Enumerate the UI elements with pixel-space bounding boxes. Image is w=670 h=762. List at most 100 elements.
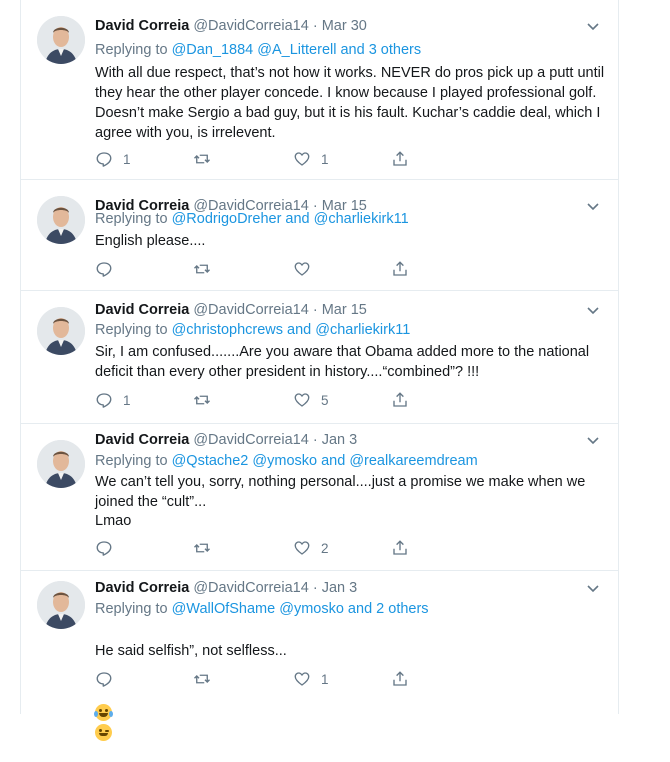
reply-button[interactable]: 1 xyxy=(95,149,131,169)
replying-to: Replying to @RodrigoDreher and @charliek… xyxy=(95,209,409,229)
reply-button[interactable] xyxy=(95,259,123,279)
chevron-down-icon[interactable] xyxy=(586,584,600,594)
user-handle[interactable]: @DavidCorreia14 xyxy=(193,302,308,318)
retweet-icon xyxy=(194,674,210,684)
reply-button[interactable] xyxy=(95,538,123,558)
retweet-icon xyxy=(194,264,210,274)
retweet-button[interactable] xyxy=(193,259,221,279)
tweet-header: David Correia @DavidCorreia14 · Jan 3 xyxy=(95,578,357,598)
tweet-header: David Correia @DavidCorreia14 · Mar 30 xyxy=(95,16,367,36)
timeline: David Correia @DavidCorreia14 · Mar 30 R… xyxy=(20,0,619,741)
replying-to: Replying to @christophcrews and @charlie… xyxy=(95,320,410,340)
user-handle[interactable]: @DavidCorreia14 xyxy=(193,580,308,596)
tweet-date[interactable]: Jan 3 xyxy=(322,580,357,596)
replying-to-label: Replying to xyxy=(95,42,172,58)
tweet-header: David Correia @DavidCorreia14 · Mar 15 xyxy=(95,300,367,320)
tweet-date[interactable]: Mar 30 xyxy=(322,18,367,34)
replying-to-links[interactable]: @Dan_1884 @A_Litterell and 3 others xyxy=(172,42,422,58)
user-handle[interactable]: @DavidCorreia14 xyxy=(193,432,308,448)
replying-to-label: Replying to xyxy=(95,453,172,469)
reply-icon xyxy=(96,393,112,408)
tweet[interactable]: David Correia @DavidCorreia14 · Mar 15 R… xyxy=(21,291,618,424)
tweet[interactable]: David Correia @DavidCorreia14 · Jan 3 Re… xyxy=(21,424,618,571)
reply-icon xyxy=(96,541,112,556)
tweet-header: David Correia @DavidCorreia14 · Jan 3 xyxy=(95,430,357,450)
avatar[interactable] xyxy=(37,307,85,355)
like-count: 1 xyxy=(321,151,329,167)
retweet-button[interactable] xyxy=(193,538,221,558)
display-name[interactable]: David Correia xyxy=(95,302,189,318)
replying-to: Replying to @Qstache2 @ymosko and @realk… xyxy=(95,451,478,471)
reply-button[interactable] xyxy=(95,669,123,689)
replying-to-links[interactable]: @RodrigoDreher and @charliekirk11 xyxy=(172,211,409,227)
like-button[interactable]: 1 xyxy=(293,149,329,169)
heart-icon xyxy=(294,262,310,276)
share-button[interactable] xyxy=(391,538,409,558)
tweet-date[interactable]: Jan 3 xyxy=(322,432,357,448)
face-with-tears-of-joy-icon xyxy=(94,703,113,721)
avatar[interactable] xyxy=(37,196,85,244)
like-button[interactable]: 2 xyxy=(293,538,329,558)
tweet-text: With all due respect, that’s not how it … xyxy=(95,65,605,141)
separator-dot: · xyxy=(312,432,318,448)
retweet-button[interactable] xyxy=(193,669,221,689)
like-count: 5 xyxy=(321,392,329,408)
reply-icon xyxy=(96,262,112,277)
chevron-down-icon[interactable] xyxy=(586,22,600,32)
tweet[interactable]: David Correia @DavidCorreia14 · Mar 15 R… xyxy=(21,180,618,291)
replying-to-links[interactable]: @Qstache2 @ymosko and @realkareemdream xyxy=(172,453,478,469)
tweet-text: He said selfish”, not selfless... xyxy=(94,621,605,762)
tweet-text: English please.... xyxy=(95,233,206,249)
heart-icon xyxy=(294,393,310,407)
tweet[interactable]: David Correia @DavidCorreia14 · Mar 30 R… xyxy=(21,0,618,180)
replying-to: Replying to @Dan_1884 @A_Litterell and 3… xyxy=(95,40,421,60)
share-icon xyxy=(393,540,407,555)
display-name[interactable]: David Correia xyxy=(95,432,189,448)
share-icon xyxy=(393,151,407,166)
separator-dot: · xyxy=(312,18,318,34)
retweet-icon xyxy=(194,154,210,164)
replying-to-links[interactable]: @christophcrews and @charliekirk11 xyxy=(172,322,411,338)
retweet-button[interactable] xyxy=(193,390,221,410)
avatar[interactable] xyxy=(37,440,85,488)
share-button[interactable] xyxy=(391,149,409,169)
retweet-icon xyxy=(194,395,210,405)
avatar[interactable] xyxy=(37,581,85,629)
avatar[interactable] xyxy=(37,16,85,64)
separator-dot: · xyxy=(312,580,318,596)
chevron-down-icon[interactable] xyxy=(586,436,600,446)
tweet[interactable]: David Correia @DavidCorreia14 · Jan 3 Re… xyxy=(21,571,618,741)
share-icon xyxy=(393,392,407,407)
share-button[interactable] xyxy=(391,390,409,410)
display-name[interactable]: David Correia xyxy=(95,18,189,34)
replying-to-label: Replying to xyxy=(95,322,172,338)
share-icon xyxy=(393,261,407,276)
chevron-down-icon[interactable] xyxy=(586,202,600,212)
reply-button[interactable]: 1 xyxy=(95,390,131,410)
reply-icon xyxy=(96,672,112,687)
tweet-actions: 1 5 xyxy=(95,390,515,410)
display-name[interactable]: David Correia xyxy=(95,580,189,596)
separator-dot: · xyxy=(312,302,318,318)
like-button[interactable]: 1 xyxy=(293,669,329,689)
like-count: 1 xyxy=(321,671,329,687)
like-button[interactable]: 5 xyxy=(293,390,329,410)
share-icon xyxy=(393,671,407,686)
like-count: 2 xyxy=(321,540,329,556)
tweet-date[interactable]: Mar 15 xyxy=(322,302,367,318)
replying-to-label: Replying to xyxy=(95,601,172,617)
heart-icon xyxy=(294,672,310,686)
emoji-row xyxy=(94,682,605,742)
share-button[interactable] xyxy=(391,259,409,279)
reply-count: 1 xyxy=(123,151,131,167)
like-button[interactable] xyxy=(293,259,321,279)
retweet-button[interactable] xyxy=(193,149,221,169)
tweet-actions: 1 1 xyxy=(95,149,515,169)
share-button[interactable] xyxy=(391,669,409,689)
replying-to-links[interactable]: @WallOfShame @ymosko and 2 others xyxy=(172,601,429,617)
user-handle[interactable]: @DavidCorreia14 xyxy=(193,18,308,34)
heart-icon xyxy=(294,541,310,555)
tweet-text-line: He said selfish”, not selfless... xyxy=(95,643,287,659)
chevron-down-icon[interactable] xyxy=(586,306,600,316)
reply-icon xyxy=(96,152,112,167)
